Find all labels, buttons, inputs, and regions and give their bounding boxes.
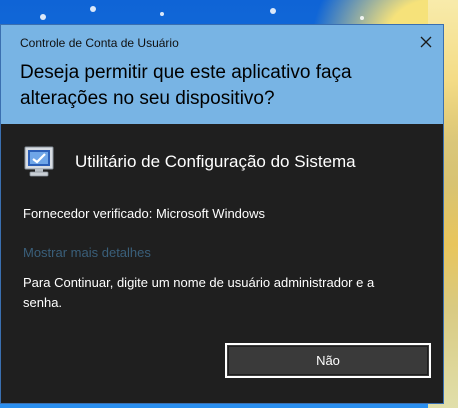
no-button[interactable]: Não [225,343,431,378]
app-info-row: Utilitário de Configuração do Sistema [23,145,356,179]
wallpaper-dot [270,8,276,14]
dialog-question: Deseja permitir que este aplicativo faça… [20,62,352,109]
dialog-body: Utilitário de Configuração do Sistema Fo… [1,124,443,405]
close-icon [420,36,432,48]
system-config-monitor-icon [24,146,54,177]
publisher-text: Fornecedor verificado: Microsoft Windows [23,206,266,221]
wallpaper-dot [90,6,96,12]
no-button-label: Não [316,353,340,368]
wallpaper-dot [360,16,364,20]
show-more-details-link[interactable]: Mostrar mais detalhes [23,245,151,260]
dialog-header: Controle de Conta de Usuário Deseja perm… [1,25,443,124]
dialog-caption: Controle de Conta de Usuário [20,36,179,50]
close-button[interactable] [409,27,443,57]
instruction-text: Para Continuar, digite um nome de usuári… [23,275,375,310]
app-name: Utilitário de Configuração do Sistema [75,152,356,171]
wallpaper-dot [160,12,164,16]
uac-dialog: Controle de Conta de Usuário Deseja perm… [0,24,444,404]
wallpaper-dot [40,14,46,20]
